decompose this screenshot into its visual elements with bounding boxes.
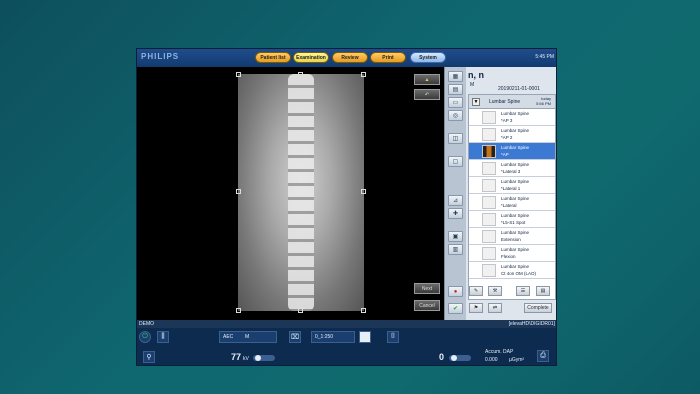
thumbnail-icon (482, 111, 496, 124)
mas-value: 0 (439, 352, 445, 362)
thumbnail-icon (482, 196, 496, 209)
flag-icon-button[interactable]: ⚑ (469, 303, 483, 313)
kv-value: 77 (231, 352, 242, 362)
crop-handle[interactable] (361, 72, 366, 77)
study-title: Lumbar Spine (489, 99, 521, 105)
split-icon[interactable]: ◫ (448, 133, 463, 144)
edit-icon-button[interactable]: ✎ (469, 286, 483, 296)
image-viewer[interactable]: ▲ ↶ Next Cancel Operator: elevo 0 kV 0 m… (137, 67, 444, 338)
crop-handle[interactable] (298, 308, 303, 313)
exam-list-header: ▼ Lumbar Spine today 5:56 PM (469, 95, 555, 109)
list-item[interactable]: Lumbar Spine *Lateral (469, 194, 555, 211)
patient-name: n, n (468, 70, 484, 80)
crop-handle[interactable] (236, 72, 241, 77)
mas-slider-knob[interactable] (451, 355, 457, 361)
application-screen: PHILIPS Patient list Examination Review … (136, 48, 557, 366)
aec-select[interactable]: AEC M (219, 331, 277, 343)
study-date: today 5:56 PM (536, 96, 551, 106)
dap-value: 0.000 (485, 357, 498, 363)
field-icon[interactable] (359, 331, 371, 343)
spine-image (288, 74, 314, 311)
demo-bar: DEMO [elevaHD\DIGIDR01] (137, 320, 556, 328)
list-item[interactable]: Lumbar Spine Flexion (469, 245, 555, 262)
demo-label: DEMO (139, 321, 154, 327)
thumbnail-icon (482, 128, 496, 141)
brand-logo: PHILIPS (141, 52, 180, 61)
chevron-down-icon[interactable]: ▼ (472, 98, 480, 106)
tab-system[interactable]: System (410, 52, 446, 63)
grid-icon[interactable]: ▦ (448, 71, 463, 82)
complete-button[interactable]: Complete (524, 303, 552, 313)
list-item[interactable]: Lumbar Spine *AP 3 (469, 109, 555, 126)
doc-icon-button[interactable]: ▤ (536, 286, 550, 296)
dose-icon[interactable]: ⎙ (537, 350, 549, 362)
top-bar: PHILIPS Patient list Examination Review … (137, 49, 556, 67)
list-item-selected[interactable]: Lumbar Spine *AP (469, 143, 555, 160)
monitor-icon[interactable]: ▥ (448, 244, 463, 255)
annotate-icon[interactable]: ✚ (448, 208, 463, 219)
generator-controls: ⏻ ⫼ AEC M ⌧ 0_1:250 ⌷ ⚲ 77 kV 0 Accum. DA… (137, 328, 556, 365)
kv-unit: kV (243, 356, 249, 362)
exam-list: ▼ Lumbar Spine today 5:56 PM Lumbar Spine… (468, 94, 556, 300)
user-label: [elevaHD\DIGIDR01] (508, 321, 555, 327)
measure-icon[interactable]: ⊿ (448, 195, 463, 206)
list-item[interactable]: Lumbar Spine Extension (469, 228, 555, 245)
thumbnail-icon (482, 179, 496, 192)
tab-examination[interactable]: Examination (293, 52, 329, 63)
globe-icon[interactable]: ◎ (448, 110, 463, 121)
layers-icon[interactable]: ▤ (448, 84, 463, 95)
chamber-icon[interactable]: ⫼ (157, 331, 169, 343)
dap-label: Accum. DAP (485, 349, 514, 355)
frame-icon[interactable]: ▢ (448, 156, 463, 167)
thumbnail-icon (482, 230, 496, 243)
crop-handle[interactable] (361, 189, 366, 194)
power-icon[interactable]: ⏻ (139, 331, 151, 343)
grid-ratio-select[interactable]: 0_1:250 (311, 331, 355, 343)
filter-icon[interactable]: ⌷ (387, 331, 399, 343)
xray-image (236, 72, 366, 313)
mas-slider[interactable] (449, 355, 471, 361)
list-item[interactable]: Lumbar Spine *Lateral 1 (469, 177, 555, 194)
stop-icon[interactable]: ● (448, 286, 463, 297)
exam-panel: n, n M 20190211-01-0001 ▼ Lumbar Spine t… (466, 67, 556, 320)
next-button[interactable]: Next (414, 283, 440, 294)
clock: 5:45 PM (535, 54, 554, 60)
list-item[interactable]: Lumbar Spine *L5-S1 Spot (469, 211, 555, 228)
crop-handle[interactable] (361, 308, 366, 313)
warning-icon-button[interactable]: ▲ (414, 74, 440, 85)
tab-print[interactable]: Print (370, 52, 406, 63)
list-item[interactable]: Lumbar Spine *Lateral 3 (469, 160, 555, 177)
window-icon[interactable]: ▭ (448, 97, 463, 108)
thumbnail-icon (482, 145, 496, 158)
check-icon[interactable]: ✔ (448, 303, 463, 314)
cancel-button[interactable]: Cancel (414, 300, 440, 311)
tab-patient-list[interactable]: Patient list (255, 52, 291, 63)
patient-id: 20190211-01-0001 (498, 86, 540, 92)
dap-unit: µGym² (509, 357, 525, 363)
list-item[interactable]: Lumbar Spine Ct 4on OM (LAO) (469, 262, 555, 279)
thumbnail-icon (482, 213, 496, 226)
tab-review[interactable]: Review (332, 52, 368, 63)
kv-slider-knob[interactable] (255, 355, 261, 361)
thumbnail-icon (482, 264, 496, 277)
tool-column: ▦ ▤ ▭ ◎ ◫ ▢ ⊿ ✚ ▣ ▥ ● ✔ (444, 67, 466, 320)
patient-sex: M (470, 82, 475, 88)
patient-position-icon[interactable]: ⚲ (143, 351, 155, 363)
crop-handle[interactable] (236, 189, 241, 194)
crop-handle[interactable] (236, 308, 241, 313)
list-icon-button[interactable]: ☰ (516, 286, 530, 296)
thumbnail-icon (482, 247, 496, 260)
tools-icon-button[interactable]: ⚒ (488, 286, 502, 296)
thumbnail-icon (482, 162, 496, 175)
list-item[interactable]: Lumbar Spine *AP 2 (469, 126, 555, 143)
transfer-icon-button[interactable]: ⇄ (488, 303, 502, 313)
focus-icon[interactable]: ⌧ (289, 331, 301, 343)
rotate-icon-button[interactable]: ↶ (414, 89, 440, 100)
crop-handle[interactable] (298, 72, 303, 77)
kv-slider[interactable] (253, 355, 275, 361)
panel-icon[interactable]: ▣ (448, 231, 463, 242)
